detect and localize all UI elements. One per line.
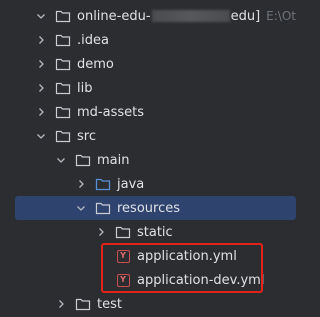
tree-row-static[interactable]: static bbox=[0, 220, 296, 244]
project-name-suffix: edu] bbox=[230, 8, 261, 24]
chevron-right-icon[interactable] bbox=[33, 32, 49, 48]
tree-item-label: application-dev.yml bbox=[137, 272, 265, 288]
chevron-down-icon[interactable] bbox=[33, 128, 49, 144]
tree-item-label: demo bbox=[77, 56, 114, 72]
tree-row-src[interactable]: src bbox=[0, 124, 296, 148]
tree-row-lib[interactable]: lib bbox=[0, 76, 296, 100]
tree-item-label: .idea bbox=[77, 32, 109, 48]
redacted-text bbox=[151, 10, 230, 22]
tree-item-label: src bbox=[77, 128, 96, 144]
chevron-down-icon[interactable] bbox=[53, 152, 69, 168]
tree-row-demo[interactable]: demo bbox=[0, 52, 296, 76]
tree-item-label: md-assets bbox=[77, 104, 144, 120]
tree-row-application-yml[interactable]: Y application.yml bbox=[0, 244, 296, 268]
folder-icon bbox=[55, 104, 71, 120]
folder-icon bbox=[55, 128, 71, 144]
tree-row-test[interactable]: test bbox=[0, 292, 296, 316]
chevron-down-icon[interactable] bbox=[33, 8, 49, 24]
chevron-right-icon[interactable] bbox=[33, 80, 49, 96]
folder-icon bbox=[75, 296, 91, 312]
tree-item-label: java bbox=[117, 176, 145, 192]
source-folder-icon bbox=[95, 176, 111, 192]
folder-icon bbox=[55, 8, 71, 24]
folder-icon bbox=[55, 32, 71, 48]
yml-badge: Y bbox=[116, 249, 130, 263]
folder-icon bbox=[55, 80, 71, 96]
yml-badge: Y bbox=[116, 273, 130, 287]
yml-file-icon: Y bbox=[115, 272, 131, 288]
chevron-right-icon[interactable] bbox=[73, 176, 89, 192]
tree-item-label: static bbox=[137, 224, 173, 240]
project-name-prefix: online-edu- bbox=[77, 8, 151, 24]
folder-icon bbox=[55, 56, 71, 72]
folder-icon bbox=[115, 224, 131, 240]
tree-row-md-assets[interactable]: md-assets bbox=[0, 100, 296, 124]
tree-row-resources[interactable]: resources bbox=[15, 196, 296, 220]
project-path-hint: E:\Ot bbox=[266, 9, 296, 23]
tree-item-label: main bbox=[97, 152, 130, 168]
tree-row-java[interactable]: java bbox=[0, 172, 296, 196]
chevron-down-icon[interactable] bbox=[73, 200, 89, 216]
tree-item-label: resources bbox=[117, 200, 181, 216]
tree-row-idea[interactable]: .idea bbox=[0, 28, 296, 52]
chevron-right-icon[interactable] bbox=[33, 104, 49, 120]
tree-row-project-root[interactable]: online-edu- edu] E:\Ot bbox=[0, 4, 296, 28]
yml-file-icon: Y bbox=[115, 248, 131, 264]
folder-icon bbox=[95, 200, 111, 216]
tree-item-label: test bbox=[97, 296, 122, 312]
tree-item-label: application.yml bbox=[137, 248, 237, 264]
project-tree: online-edu- edu] E:\Ot .idea demo lib md… bbox=[0, 0, 296, 317]
tree-item-label: lib bbox=[77, 80, 93, 96]
tree-row-application-dev-yml[interactable]: Y application-dev.yml bbox=[0, 268, 296, 292]
chevron-right-icon[interactable] bbox=[93, 224, 109, 240]
tree-row-main[interactable]: main bbox=[0, 148, 296, 172]
chevron-right-icon[interactable] bbox=[33, 56, 49, 72]
chevron-right-icon[interactable] bbox=[53, 296, 69, 312]
folder-icon bbox=[75, 152, 91, 168]
